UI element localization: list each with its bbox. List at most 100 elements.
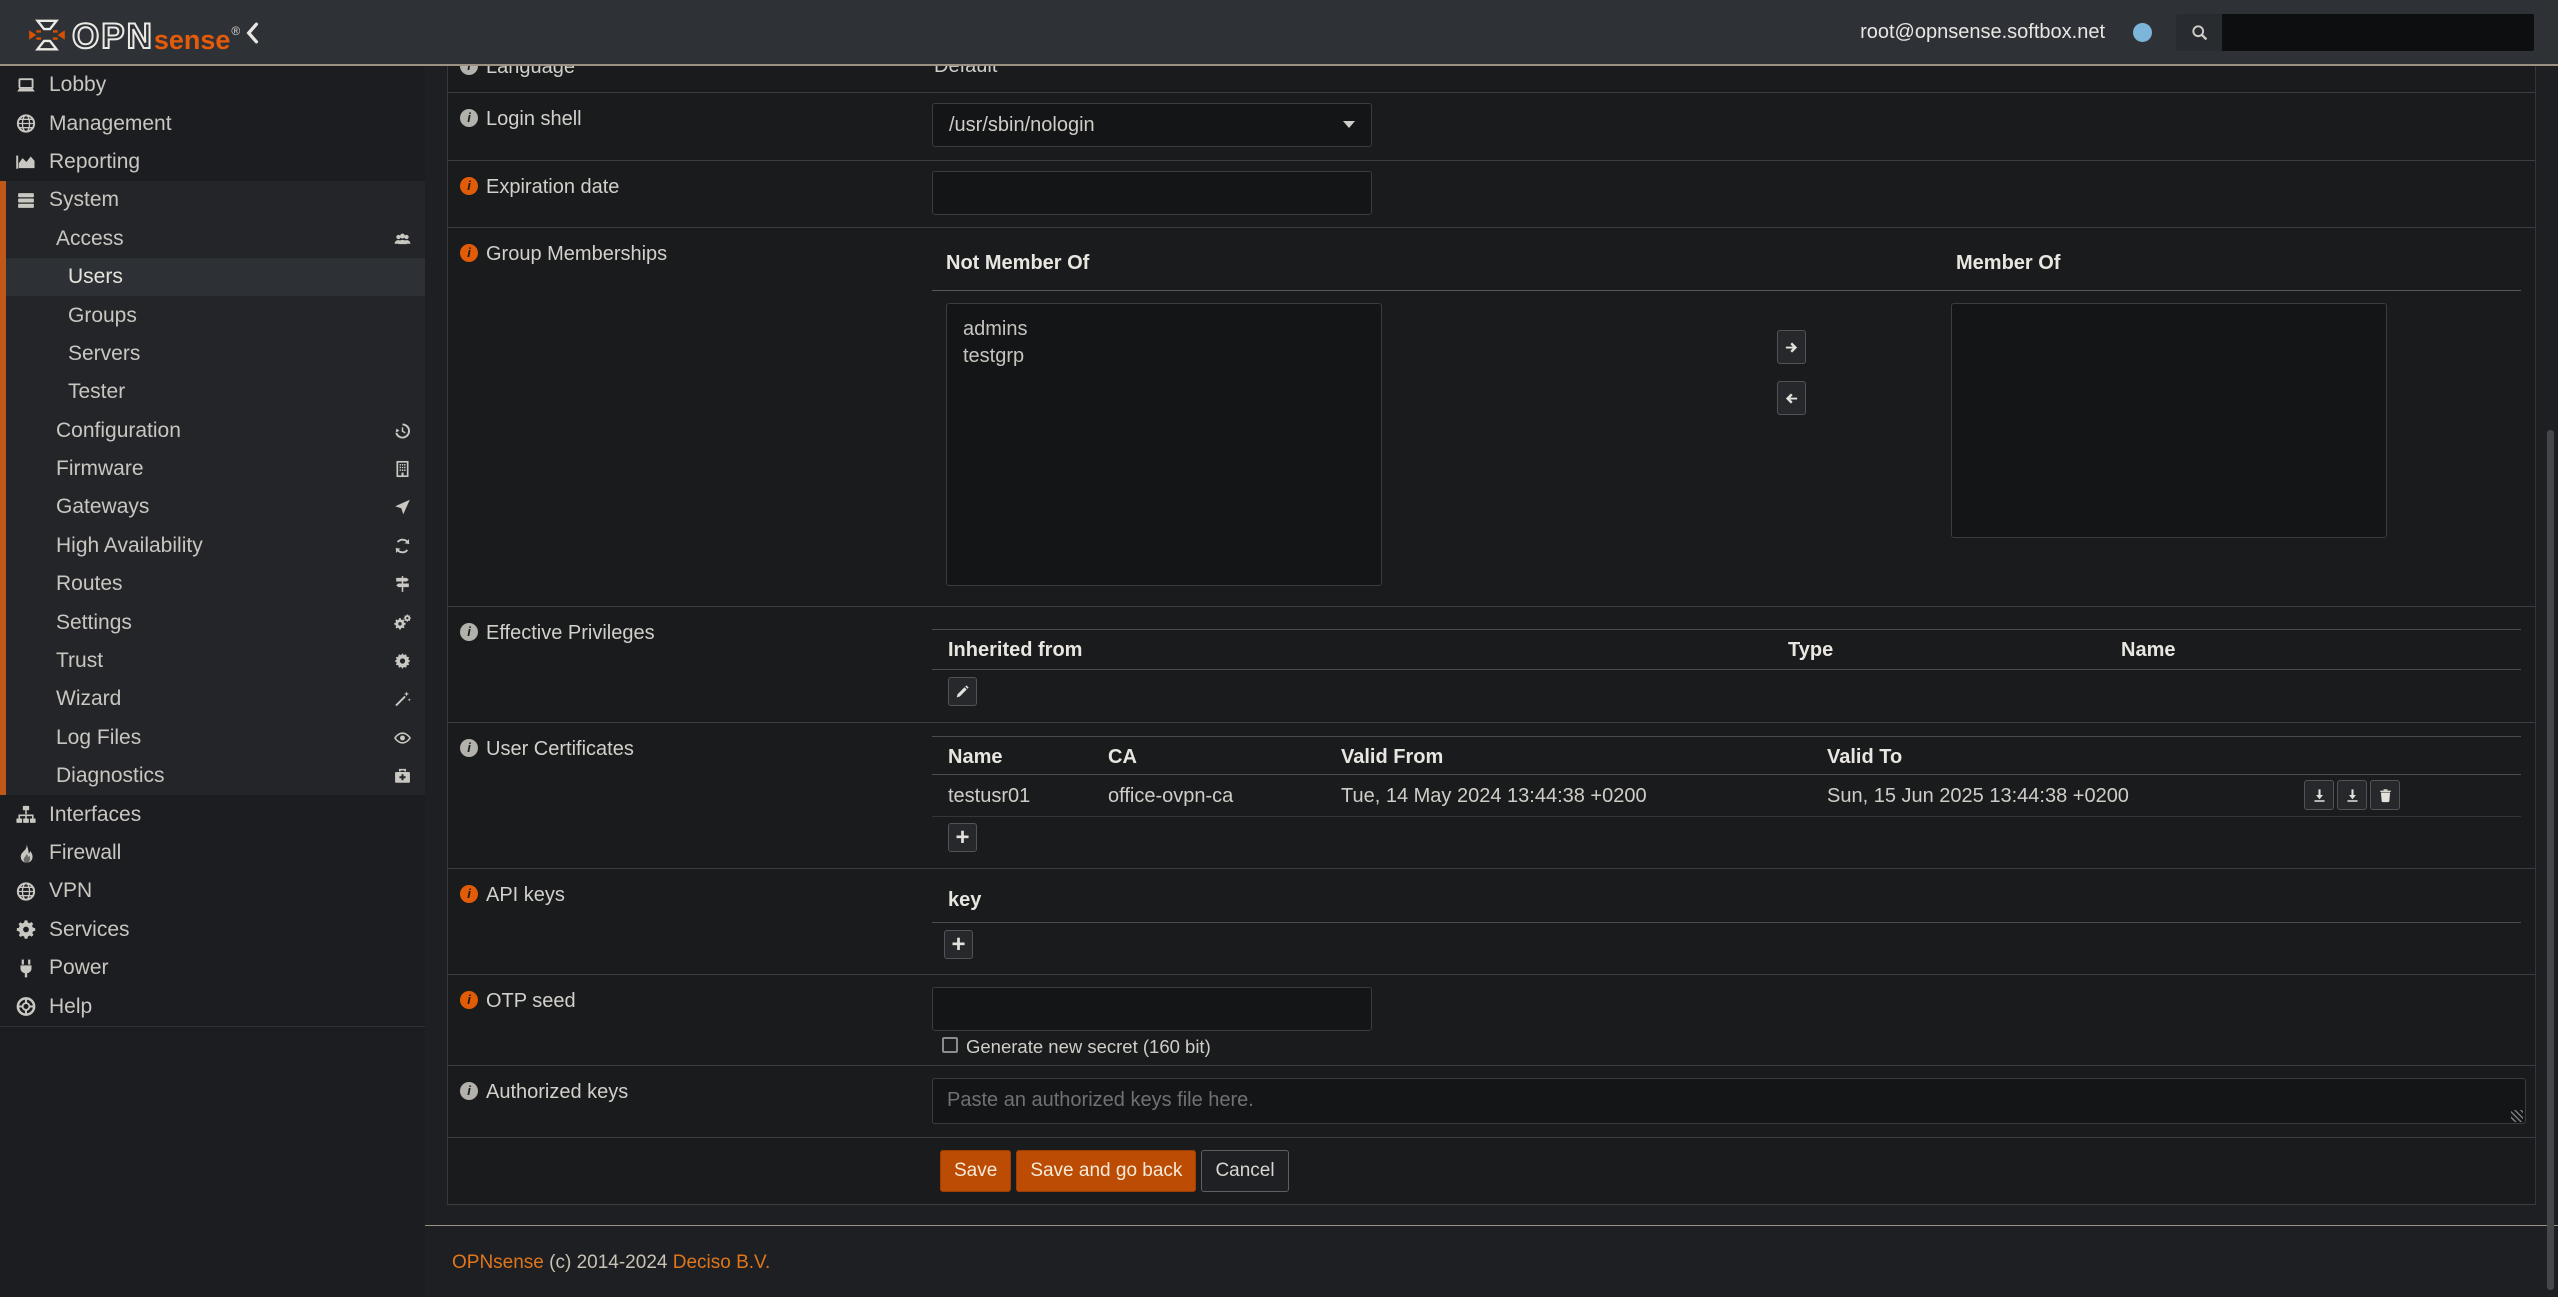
search-icon: [2176, 14, 2222, 51]
sidebar-item-wizard[interactable]: Wizard: [0, 680, 425, 718]
globe-icon: [14, 881, 38, 902]
field-label: Authorized keys: [486, 1080, 628, 1104]
sidebar-item-diagnostics[interactable]: Diagnostics: [0, 757, 425, 795]
sidebar-item-management[interactable]: Management: [0, 104, 425, 142]
global-search: [2176, 14, 2534, 51]
sidebar-item-label: Groups: [68, 304, 137, 328]
sidebar-item-reporting[interactable]: Reporting: [0, 143, 425, 181]
sidebar-item-gateways[interactable]: Gateways: [0, 488, 425, 526]
location-arrow-icon: [393, 498, 412, 516]
sidebar-item-routes[interactable]: Routes: [0, 565, 425, 603]
deciso-link[interactable]: Deciso B.V.: [673, 1252, 771, 1273]
sidebar-item-label: Wizard: [56, 687, 121, 711]
info-icon[interactable]: i: [460, 885, 478, 903]
generate-secret-checkbox[interactable]: [942, 1037, 958, 1053]
otp-seed-input[interactable]: [932, 987, 1372, 1031]
download-icon: [2312, 788, 2327, 803]
sidebar-item-users[interactable]: Users: [0, 258, 425, 296]
plug-icon: [14, 958, 38, 979]
info-icon[interactable]: i: [460, 109, 478, 127]
presence-dot: [2133, 23, 2152, 42]
cancel-button[interactable]: Cancel: [1201, 1150, 1288, 1192]
info-icon[interactable]: i: [460, 623, 478, 641]
authorized-keys-textarea[interactable]: [932, 1078, 2526, 1124]
sidebar-item-vpn[interactable]: VPN: [0, 872, 425, 910]
sidebar-collapse-chevron-icon[interactable]: [243, 22, 261, 44]
info-icon[interactable]: i: [460, 244, 478, 262]
sidebar-item-configuration[interactable]: Configuration: [0, 412, 425, 450]
info-icon[interactable]: i: [460, 1082, 478, 1100]
sidebar-item-label: Configuration: [56, 419, 181, 443]
sidebar-item-label: Management: [49, 112, 172, 136]
sidebar-item-tester[interactable]: Tester: [0, 373, 425, 411]
scrollbar-thumb[interactable]: [2547, 430, 2554, 1290]
table-row-border: [932, 816, 2521, 817]
save-and-go-back-button[interactable]: Save and go back: [1016, 1150, 1196, 1192]
sidebar-item-label: Tester: [68, 380, 125, 404]
expiration-date-input[interactable]: [932, 171, 1372, 215]
sidebar-item-label: Users: [68, 265, 123, 289]
column-header: Type: [1788, 639, 1833, 662]
form-row-otp-seed: i OTP seed Generate new secret (160 bit): [448, 975, 2535, 1066]
opnsense-link[interactable]: OPNsense: [452, 1252, 544, 1273]
refresh-icon: [393, 537, 412, 555]
sidebar-item-system[interactable]: System: [0, 181, 425, 219]
sidebar-item-trust[interactable]: Trust: [0, 642, 425, 680]
sidebar-item-groups[interactable]: Groups: [0, 296, 425, 334]
sidebar-item-label: High Availability: [56, 534, 203, 558]
opnsense-logo[interactable]: OPN sense ®: [28, 10, 239, 56]
sidebar-item-label: Interfaces: [49, 803, 141, 827]
column-header: Valid To: [1827, 746, 1902, 769]
form-row-effective-privileges: i Effective Privileges Inherited from Ty…: [448, 607, 2535, 723]
form-row-group-memberships: i Group Memberships Not Member Of Member…: [448, 228, 2535, 607]
cert-valid-to-cell: Sun, 15 Jun 2025 13:44:38 +0200: [1827, 785, 2129, 808]
sidebar-item-firmware[interactable]: Firmware: [0, 450, 425, 488]
info-icon[interactable]: i: [460, 177, 478, 195]
delete-certificate-button[interactable]: [2370, 780, 2400, 810]
sidebar-item-services[interactable]: Services: [0, 911, 425, 949]
download-icon: [2345, 788, 2360, 803]
footer-divider: [425, 1225, 2558, 1226]
magic-wand-icon: [393, 690, 412, 708]
group-option[interactable]: testgrp: [947, 343, 1381, 370]
sidebar-item-help[interactable]: Help: [0, 987, 425, 1025]
add-api-key-button[interactable]: +: [944, 930, 973, 959]
account-menu[interactable]: root@opnsense.softbox.net: [1860, 0, 2105, 64]
sidebar-item-servers[interactable]: Servers: [0, 335, 425, 373]
remove-from-group-button[interactable]: [1777, 381, 1806, 415]
sidebar-item-lobby[interactable]: Lobby: [0, 66, 425, 104]
group-option[interactable]: admins: [947, 316, 1381, 343]
search-input[interactable]: [2222, 14, 2534, 51]
edit-privileges-button[interactable]: [948, 677, 977, 706]
info-icon[interactable]: i: [460, 991, 478, 1009]
add-certificate-button[interactable]: +: [948, 823, 977, 852]
sidebar-item-interfaces[interactable]: Interfaces: [0, 795, 425, 833]
sitemap-icon: [14, 804, 38, 825]
sidebar-item-settings[interactable]: Settings: [0, 603, 425, 641]
table-header-border: [932, 774, 2521, 775]
not-member-of-listbox[interactable]: admins testgrp: [946, 303, 1382, 586]
sidebar-item-power[interactable]: Power: [0, 949, 425, 987]
footer: OPNsense (c) 2014-2024 Deciso B.V.: [452, 1252, 770, 1274]
save-button[interactable]: Save: [940, 1150, 1011, 1192]
sidebar-item-access[interactable]: Access: [0, 220, 425, 258]
field-label: OTP seed: [486, 989, 576, 1013]
header-divider: [932, 290, 2521, 291]
sidebar-item-label: Firmware: [56, 457, 144, 481]
login-shell-select[interactable]: /usr/sbin/nologin: [932, 103, 1372, 147]
add-to-group-button[interactable]: [1777, 330, 1806, 364]
sidebar-item-firewall[interactable]: Firewall: [0, 834, 425, 872]
brand-opn: OPN: [72, 19, 154, 56]
sidebar-item-high-availability[interactable]: High Availability: [0, 527, 425, 565]
member-of-listbox[interactable]: [1951, 303, 2387, 538]
sidebar-item-log-files[interactable]: Log Files: [0, 719, 425, 757]
cert-name-cell: testusr01: [948, 785, 1030, 808]
gear-icon: [14, 919, 38, 940]
sidebar-item-label: Firewall: [49, 841, 121, 865]
info-icon[interactable]: i: [460, 739, 478, 757]
sidebar: Lobby Management Reporting System Access…: [0, 66, 425, 1297]
server-icon: [14, 190, 38, 211]
download-key-button[interactable]: [2337, 780, 2367, 810]
top-bar: OPN sense ® root@opnsense.softbox.net: [0, 0, 2558, 66]
download-certificate-button[interactable]: [2304, 780, 2334, 810]
